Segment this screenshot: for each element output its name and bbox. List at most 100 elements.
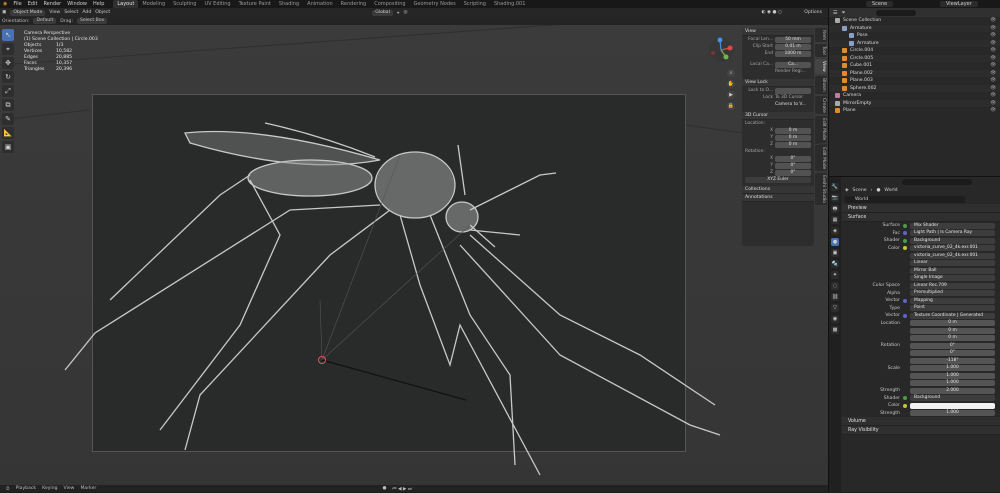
particles-props-icon[interactable]: ✦ xyxy=(831,271,839,279)
scale-tool-icon[interactable]: ⤢ xyxy=(2,85,14,97)
physics-props-icon[interactable]: ◌ xyxy=(831,282,839,290)
property-value[interactable]: 1.000 xyxy=(910,365,995,372)
tab-scripting[interactable]: Scripting xyxy=(460,0,490,8)
outliner-item[interactable]: Armature 👁 xyxy=(829,39,1000,47)
outliner-item[interactable]: Circle.005 👁 xyxy=(829,54,1000,62)
move-tool-icon[interactable]: ✥ xyxy=(2,57,14,69)
property-value[interactable]: 0 m xyxy=(910,335,995,342)
property-value[interactable]: Mix Shader xyxy=(910,222,995,229)
collections-header[interactable]: Collections xyxy=(742,186,814,194)
tab-rendering[interactable]: Rendering xyxy=(337,0,371,8)
menu-window[interactable]: Window xyxy=(64,1,90,7)
visibility-toggle-icon[interactable]: 👁 xyxy=(990,48,1000,53)
world-props-icon[interactable]: ● xyxy=(831,238,839,246)
tab-edit-mode-2[interactable]: Edit Mode xyxy=(815,144,827,172)
property-value[interactable]: Premultiplied xyxy=(910,290,995,297)
ray-visibility-panel-header[interactable]: Ray Visibility xyxy=(842,426,1000,435)
camera-view-icon[interactable]: ▶ xyxy=(727,91,735,99)
visibility-toggle-icon[interactable]: 👁 xyxy=(990,71,1000,76)
menu-playback[interactable]: Playback xyxy=(16,486,37,491)
rotate-tool-icon[interactable]: ↻ xyxy=(2,71,14,83)
tab-texture-paint[interactable]: Texture Paint xyxy=(235,0,275,8)
cursor-x-field[interactable]: 0 m xyxy=(775,127,811,134)
add-cube-tool-icon[interactable]: ▣ xyxy=(2,141,14,153)
menu-keying[interactable]: Keying xyxy=(42,486,57,491)
property-value[interactable]: Background xyxy=(910,395,995,402)
lock-to-3d-cursor-checkbox[interactable]: To 3D Cursor xyxy=(775,95,803,100)
outliner-item[interactable]: Camera 👁 xyxy=(829,92,1000,100)
visibility-toggle-icon[interactable]: 👁 xyxy=(990,56,1000,61)
property-value[interactable] xyxy=(910,402,995,409)
property-value[interactable]: Single Image xyxy=(910,275,995,282)
tab-modeling[interactable]: Modeling xyxy=(138,0,169,8)
property-value[interactable]: Linear Rec.709 xyxy=(910,282,995,289)
property-value[interactable]: -118° xyxy=(910,357,995,364)
outliner-item[interactable]: Circle.004 👁 xyxy=(829,47,1000,55)
menu-edit[interactable]: Edit xyxy=(25,1,41,7)
render-region-checkbox[interactable]: Render Regi... xyxy=(775,69,806,74)
outliner-item[interactable]: MirrorEmpty 👁 xyxy=(829,99,1000,107)
cursor-y-field[interactable]: 0 m xyxy=(775,134,811,141)
visibility-toggle-icon[interactable]: 👁 xyxy=(990,78,1000,83)
volume-panel-header[interactable]: Volume xyxy=(842,417,1000,426)
outliner-item[interactable]: Cube.001 👁 xyxy=(829,62,1000,70)
cursor-z-field[interactable]: 0 m xyxy=(775,141,811,148)
property-value[interactable]: victoria_curve_02_4k.exr.001 xyxy=(910,252,995,259)
transform-tool-icon[interactable]: ⧉ xyxy=(2,99,14,111)
property-value[interactable]: Mirror Ball xyxy=(910,267,995,274)
property-value[interactable]: Point xyxy=(910,305,995,312)
rotation-mode-selector[interactable]: XYZ Euler xyxy=(745,176,811,183)
mode-selector[interactable]: Object Mode xyxy=(10,9,46,16)
3d-viewport[interactable]: ↖ ⌖ ✥ ↻ ⤢ ⧉ ✎ 📐 ▣ Camera Perspective (1)… xyxy=(0,25,828,485)
mosquito-model[interactable] xyxy=(0,25,828,485)
visibility-toggle-icon[interactable]: 👁 xyxy=(990,18,1000,23)
focal-length-field[interactable]: 50 mm xyxy=(775,36,811,43)
tab-sculpting[interactable]: Sculpting xyxy=(169,0,200,8)
menu-timeline-view[interactable]: View xyxy=(64,486,75,491)
surface-panel-header[interactable]: Surface xyxy=(842,213,1000,222)
property-value[interactable]: Light Path | Is Camera Ray xyxy=(910,230,995,237)
outliner-item[interactable]: Plane.003 👁 xyxy=(829,77,1000,85)
tab-item[interactable]: Item xyxy=(815,28,827,43)
data-props-icon[interactable]: ▽ xyxy=(831,304,839,312)
menu-marker[interactable]: Marker xyxy=(80,486,96,491)
outliner-item[interactable]: Plane 👁 xyxy=(829,107,1000,115)
property-value[interactable]: 0° xyxy=(910,350,995,357)
select-tool-icon[interactable]: ↖ xyxy=(2,29,14,41)
lock-icon[interactable]: 🔒 xyxy=(727,102,735,110)
scene-props-icon[interactable]: ◈ xyxy=(831,227,839,235)
tab-animation[interactable]: Animation xyxy=(303,0,337,8)
tool-props-icon[interactable]: 🔧 xyxy=(831,183,839,191)
blender-logo-icon[interactable]: ◉ xyxy=(0,1,10,7)
property-value[interactable]: Mapping xyxy=(910,297,995,304)
property-value[interactable]: 0 m xyxy=(910,320,995,327)
menu-select[interactable]: Select xyxy=(64,10,78,15)
menu-help[interactable]: Help xyxy=(90,1,107,7)
outliner-item[interactable]: Armature 👁 xyxy=(829,24,1000,32)
tab-create[interactable]: Create xyxy=(815,95,827,115)
navigation-gizmo-icon[interactable] xyxy=(708,37,734,63)
cursor-tool-icon[interactable]: ⌖ xyxy=(2,43,14,55)
scene-selector[interactable]: Scene xyxy=(866,1,894,7)
output-props-icon[interactable]: 🖶 xyxy=(831,205,839,213)
snap-icon[interactable]: ⌖ xyxy=(397,10,400,16)
cursor-rot-x-field[interactable]: 0° xyxy=(775,155,811,162)
property-value[interactable]: Background xyxy=(910,237,995,244)
preview-panel-header[interactable]: Preview xyxy=(842,204,1000,213)
property-value[interactable]: Texture Coordinate | Generated xyxy=(910,312,995,319)
property-value[interactable]: victoria_curve_02_4k.exr.001 xyxy=(910,245,995,252)
property-value[interactable]: 1.000 xyxy=(910,380,995,387)
tab-uv-editing[interactable]: UV Editing xyxy=(200,0,234,8)
property-value[interactable]: 1.000 xyxy=(910,372,995,379)
outliner-item[interactable]: Plane.002 👁 xyxy=(829,69,1000,77)
menu-render[interactable]: Render xyxy=(40,1,64,7)
texture-props-icon[interactable]: ▩ xyxy=(831,326,839,334)
cursor-rot-y-field[interactable]: 0° xyxy=(775,162,811,169)
shading-icons[interactable]: ◐ ◉ ● ○ xyxy=(762,10,782,15)
modifier-props-icon[interactable]: 🔩 xyxy=(831,260,839,268)
timeline-icon[interactable]: ⏱ xyxy=(6,486,10,492)
tab-compositing[interactable]: Compositing xyxy=(370,0,409,8)
outliner-search[interactable] xyxy=(875,9,916,16)
property-value[interactable]: 0° xyxy=(910,342,995,349)
options-button[interactable]: Options xyxy=(804,10,828,15)
